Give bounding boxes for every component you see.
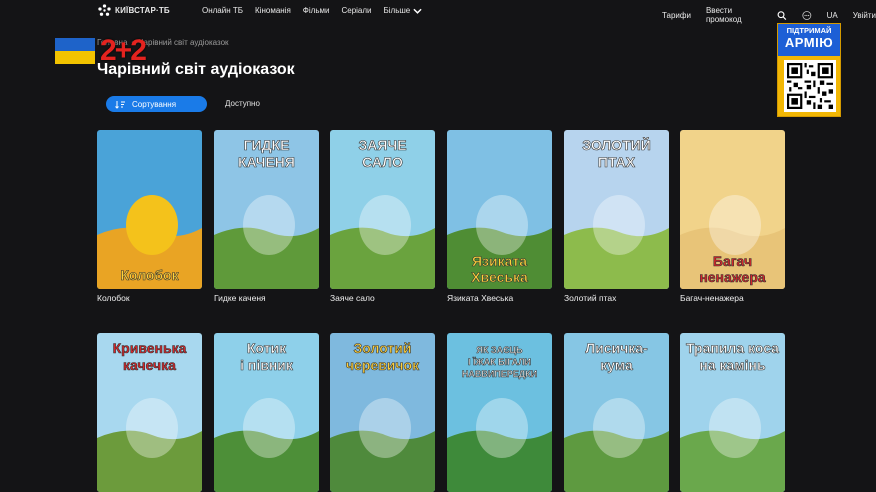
cover-title-text: Хвеська xyxy=(471,269,528,285)
cover-title-text: Лисичка- xyxy=(585,340,648,356)
tale-card-cover[interactable]: ЗАЯЧЕ САЛО xyxy=(330,130,435,289)
tale-card-title[interactable]: Заяче сало xyxy=(330,293,375,303)
cover-illustration: Кривенькакачечка xyxy=(97,333,202,492)
cover-title-text: качечка xyxy=(123,357,176,373)
tale-card-title[interactable]: Колобок xyxy=(97,293,130,303)
tale-card-title[interactable]: Багач-ненажера xyxy=(680,293,744,303)
search-icon[interactable] xyxy=(777,10,787,21)
right-nav: Тарифи Ввести промокод UA Увійти xyxy=(662,6,876,24)
cover-illustration: ЗАЯЧЕСАЛО xyxy=(330,130,435,289)
tale-card-cover[interactable]: ГИДКЕ КАЧЕНЯ xyxy=(214,130,319,289)
cover-title-text: І ЇЖАК БІГАЛИ xyxy=(468,357,531,367)
cover-illustration: ЯзикатаХвеська xyxy=(447,130,552,289)
available-filter[interactable]: Доступно xyxy=(225,99,260,108)
nav-more-label: Більше xyxy=(383,6,411,15)
tale-card-cover[interactable]: Лисичка-кума xyxy=(564,333,669,492)
cover-title-text: Язиката xyxy=(472,253,527,269)
star-logo-icon xyxy=(98,4,111,16)
tale-card-cover[interactable]: Золотий черевичок xyxy=(330,333,435,492)
cover-illustration: Золотийчеревичок xyxy=(330,333,435,492)
page-title: Чарівний світ аудіоказок xyxy=(97,61,295,78)
promo-code-link[interactable]: Ввести промокод xyxy=(706,6,762,24)
qr-code-graphic xyxy=(787,63,833,109)
kyivstar-tv-logo[interactable]: КИЇВСТАР·ТБ xyxy=(97,3,170,18)
tale-card-cover[interactable]: Багач ненажера xyxy=(680,130,785,289)
cover-title-text: і півник xyxy=(240,357,294,373)
sort-button[interactable]: Сортування xyxy=(106,96,207,112)
cover-illustration: ГИДКЕКАЧЕНЯ xyxy=(214,130,319,289)
cover-title-text: САЛО xyxy=(362,154,403,170)
tale-card-title[interactable]: Гидке каченя xyxy=(214,293,266,303)
main-nav: Онлайн ТБ Кіноманія Фільми Серіали Більш… xyxy=(202,6,422,15)
cover-title-text: на камінь xyxy=(699,357,766,373)
cover-title-text: Колобок xyxy=(120,267,179,283)
chevron-down-icon xyxy=(413,8,422,14)
cover-illustration: Лисичка-кума xyxy=(564,333,669,492)
nav-item-online-tv[interactable]: Онлайн ТБ xyxy=(202,6,243,15)
cover-title-text: Золотий xyxy=(354,340,412,356)
tale-card-title[interactable]: Золотий птах xyxy=(564,293,616,303)
cover-illustration: ЯК ЗАЄЦЬ І ЇЖАК БІГАЛИ НАВВИПЕРЕДКИ xyxy=(447,333,552,492)
badge-line-2: АРМІЮ xyxy=(784,35,834,50)
language-switch[interactable]: UA xyxy=(827,11,838,20)
sort-label: Сортування xyxy=(132,99,177,109)
cover-illustration: Котикі півник xyxy=(214,333,319,492)
tale-card-cover[interactable]: Кривенька качечка xyxy=(97,333,202,492)
qr-code xyxy=(784,60,836,112)
cover-illustration: ЗОЛОТИЙПТАХ xyxy=(564,130,669,289)
sort-icon xyxy=(115,100,125,109)
cover-title-text: Багач xyxy=(713,253,752,269)
cover-title-text: ненажера xyxy=(699,269,766,285)
tariffs-link[interactable]: Тарифи xyxy=(662,11,691,20)
badge-header: ПІДТРИМАЙ АРМІЮ xyxy=(778,24,840,56)
cover-title-text: ПТАХ xyxy=(598,154,636,170)
cover-title-text: Трапила коса xyxy=(686,340,779,356)
cover-title-text: Кривенька xyxy=(113,340,187,356)
nav-more-dropdown[interactable]: Більше xyxy=(384,6,423,15)
cover-illustration: Багачненажера xyxy=(680,130,785,289)
nav-item-kinomania[interactable]: Кіноманія xyxy=(255,6,291,15)
tale-card-cover[interactable]: Колобок xyxy=(97,130,202,289)
ukraine-flag-icon xyxy=(55,38,95,64)
nav-item-series[interactable]: Серіали xyxy=(341,6,371,15)
breadcrumb-current: Чарівний світ аудіоказок xyxy=(138,38,229,47)
more-options-icon[interactable] xyxy=(802,10,812,21)
cover-title-text: ЗАЯЧЕ xyxy=(358,137,406,153)
login-link[interactable]: Увійти xyxy=(853,11,876,20)
cover-title-text: ГИДКЕ xyxy=(244,137,290,153)
cover-illustration: Трапила косана камінь xyxy=(680,333,785,492)
cover-title-text: черевичок xyxy=(346,357,420,373)
tale-card-cover[interactable]: Язиката Хвеська xyxy=(447,130,552,289)
cover-title-text: Котик xyxy=(247,340,287,356)
cover-title-text: ЯК ЗАЄЦЬ xyxy=(476,345,523,355)
tale-card-cover[interactable]: Котик і півник xyxy=(214,333,319,492)
cover-title-text: НАВВИПЕРЕДКИ xyxy=(462,369,537,379)
tale-card-title[interactable]: Язиката Хвеська xyxy=(447,293,513,303)
badge-line-1: ПІДТРИМАЙ xyxy=(786,26,832,35)
tale-card-cover[interactable]: Трапила коса на камінь xyxy=(680,333,785,492)
logo-text: КИЇВСТАР·ТБ xyxy=(115,6,170,15)
cover-illustration: Колобок xyxy=(97,130,202,289)
cover-title-text: кума xyxy=(600,357,633,373)
cover-title-text: ЗОЛОТИЙ xyxy=(582,136,651,153)
tale-card-cover[interactable]: ЯК ЗАЄЦЬ І ЇЖАК БІГАЛИ НАВВИПЕРЕДКИ xyxy=(447,333,552,492)
page: КИЇВСТАР·ТБ Онлайн ТБ Кіноманія Фільми С… xyxy=(0,0,876,492)
support-army-badge: ПІДТРИМАЙ АРМІЮ xyxy=(777,23,841,117)
nav-item-films[interactable]: Фільми xyxy=(303,6,330,15)
cover-title-text: КАЧЕНЯ xyxy=(238,154,295,170)
top-navigation: КИЇВСТАР·ТБ Онлайн ТБ Кіноманія Фільми С… xyxy=(0,0,876,24)
tale-card-cover[interactable]: ЗОЛОТИЙ ПТАХ xyxy=(564,130,669,289)
